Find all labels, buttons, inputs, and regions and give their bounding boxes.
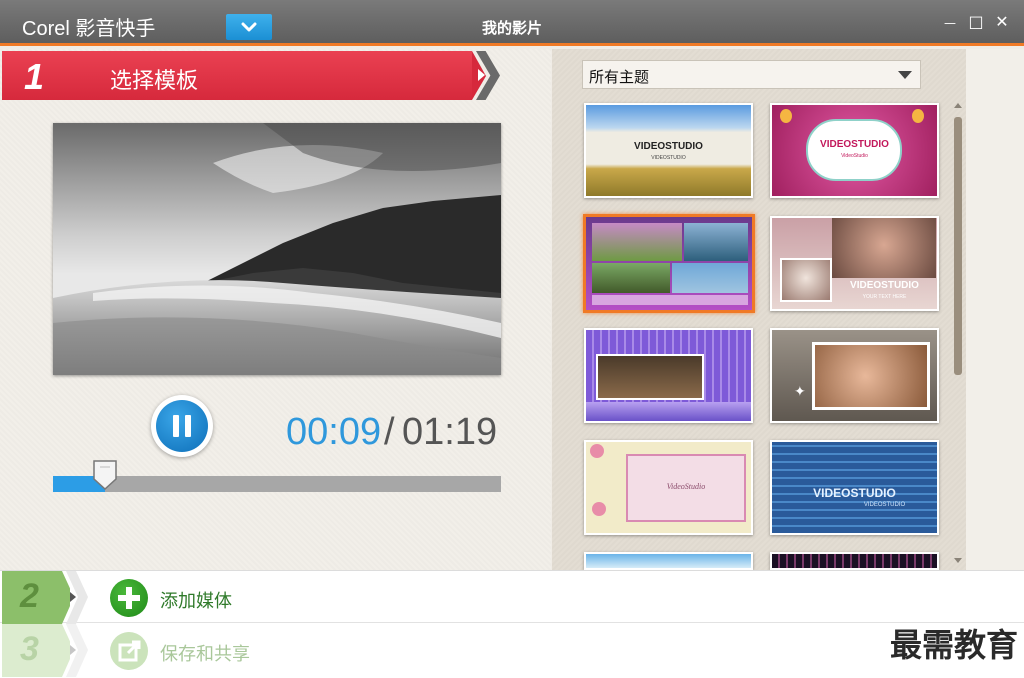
maximize-button[interactable]: □ — [966, 12, 986, 32]
template-thumbnail[interactable]: VIDEOSTUDIO VIDEOSTUDIO — [584, 103, 753, 198]
time-separator: / — [384, 411, 395, 453]
slider-handle-icon — [93, 460, 117, 491]
save-share-icon[interactable] — [110, 632, 148, 670]
step2-label[interactable]: 添加媒体 — [160, 587, 232, 613]
template-thumbnail[interactable]: VideoStudio — [584, 440, 753, 535]
template-preview: VIDEOSTUDIO YOUR TEXT HERE — [772, 218, 937, 309]
family-photo — [812, 342, 930, 410]
template-preview — [586, 330, 751, 421]
pause-bar-right — [185, 415, 191, 437]
step2-number: 2 — [20, 577, 39, 615]
step1-label: 选择模板 — [110, 69, 199, 94]
right-edge — [966, 49, 1024, 570]
plus-icon — [118, 587, 140, 609]
scrub-bar[interactable] — [53, 460, 501, 492]
family-photo — [596, 354, 704, 400]
rose-icon — [592, 502, 606, 516]
pause-bar-left — [173, 415, 179, 437]
rose-icon — [590, 444, 604, 458]
template-tile — [592, 263, 670, 293]
player-panel: 1 选择模板 00:09 / 01:19 — [0, 49, 551, 570]
template-thumbnail[interactable]: VIDEOSTUDIO YOUR TEXT HERE — [770, 216, 939, 311]
watermark: 最需教育 — [889, 626, 1018, 664]
template-title: VideoStudio — [666, 482, 706, 491]
step2-arrow-edge — [66, 571, 88, 624]
step3-row[interactable]: 3 保存和共享 最需教育 — [0, 624, 1024, 677]
template-title: VIDEOSTUDIO — [813, 486, 896, 500]
template-preview: ✦ — [772, 330, 937, 421]
couple-photo — [832, 218, 936, 278]
template-thumbnail[interactable]: VIDEOSTUDIO VideoStudio — [770, 103, 939, 198]
template-thumbnail-selected[interactable] — [583, 214, 755, 313]
scroll-thumb[interactable] — [954, 117, 962, 375]
preview-landscape-image — [53, 123, 501, 375]
template-tile — [672, 263, 748, 293]
step1-banner: 1 选择模板 — [2, 51, 472, 100]
minimize-button[interactable]: — — [940, 12, 960, 32]
template-title: VIDEOSTUDIO — [634, 141, 703, 152]
scroll-up-icon[interactable] — [954, 103, 962, 108]
template-tile — [684, 223, 748, 261]
scroll-down-icon[interactable] — [954, 558, 962, 563]
current-time: 00:09 — [286, 411, 382, 453]
balloon-icon — [912, 109, 924, 123]
steps-panel: 2 添加媒体 3 保存和共享 最需教育 — [0, 570, 1024, 678]
template-title: VIDEOSTUDIO — [820, 139, 889, 150]
template-scrollbar[interactable] — [952, 103, 964, 563]
pause-icon — [156, 400, 208, 452]
balloon-icon — [780, 109, 792, 123]
template-subtitle: YOUR TEXT HERE — [862, 294, 907, 300]
template-thumbnail[interactable] — [770, 552, 939, 570]
template-floor — [586, 402, 751, 421]
template-thumbnail[interactable] — [584, 552, 753, 570]
minimize-icon: — — [944, 16, 956, 30]
template-subtitle: VideoStudio — [841, 153, 868, 159]
close-icon: ✕ — [995, 12, 1009, 31]
template-preview: VIDEOSTUDIO VIDEOSTUDIO — [586, 105, 751, 196]
template-preview: VideoStudio — [586, 442, 751, 533]
couple-photo-small — [780, 258, 832, 302]
template-tile — [592, 223, 682, 261]
maximize-icon: □ — [968, 12, 984, 31]
template-title: VIDEOSTUDIO — [850, 280, 919, 291]
theme-select-value: 所有主题 — [589, 68, 650, 86]
template-preview: VIDEOSTUDIO VIDEOSTUDIO — [772, 442, 937, 533]
scroll-track[interactable] — [954, 117, 962, 549]
step2-row[interactable]: 2 添加媒体 — [0, 570, 1024, 624]
title-bar: Corel 影音快手 我的影片 — □ ✕ — [0, 0, 1024, 46]
template-panel: 所有主题 VIDEOSTUDIO VIDEOSTUDIO VIDEOSTUDIO… — [552, 49, 966, 570]
template-preview: VIDEOSTUDIO VideoStudio — [772, 105, 937, 196]
template-thumbnail[interactable] — [584, 328, 753, 423]
star-icon: ✦ — [794, 384, 806, 400]
template-thumbnail[interactable]: ✦ — [770, 328, 939, 423]
theme-select[interactable]: 所有主题 — [582, 60, 921, 89]
template-label-frame — [806, 119, 902, 181]
share-icon — [118, 640, 141, 662]
step1-chevron-icon — [478, 69, 485, 81]
project-title: 我的影片 — [481, 19, 542, 37]
step3-number: 3 — [20, 630, 39, 668]
close-button[interactable]: ✕ — [992, 12, 1012, 32]
pause-button[interactable] — [151, 395, 213, 457]
template-thumbnail[interactable]: VIDEOSTUDIO VIDEOSTUDIO — [770, 440, 939, 535]
step1-number: 1 — [24, 56, 45, 97]
template-preview — [772, 554, 937, 568]
template-subtitle: VIDEOSTUDIO — [651, 155, 686, 161]
template-preview — [586, 217, 752, 310]
add-media-icon[interactable] — [110, 579, 148, 617]
template-preview — [586, 554, 751, 568]
template-subtitle: VIDEOSTUDIO — [863, 502, 906, 508]
step3-arrow-edge — [66, 624, 88, 677]
video-preview[interactable] — [53, 123, 501, 375]
step3-label[interactable]: 保存和共享 — [160, 640, 250, 666]
template-tile — [592, 295, 748, 305]
dropdown-arrow-icon — [898, 71, 912, 79]
scrub-handle[interactable] — [92, 459, 118, 491]
total-time: 01:19 — [402, 411, 498, 453]
